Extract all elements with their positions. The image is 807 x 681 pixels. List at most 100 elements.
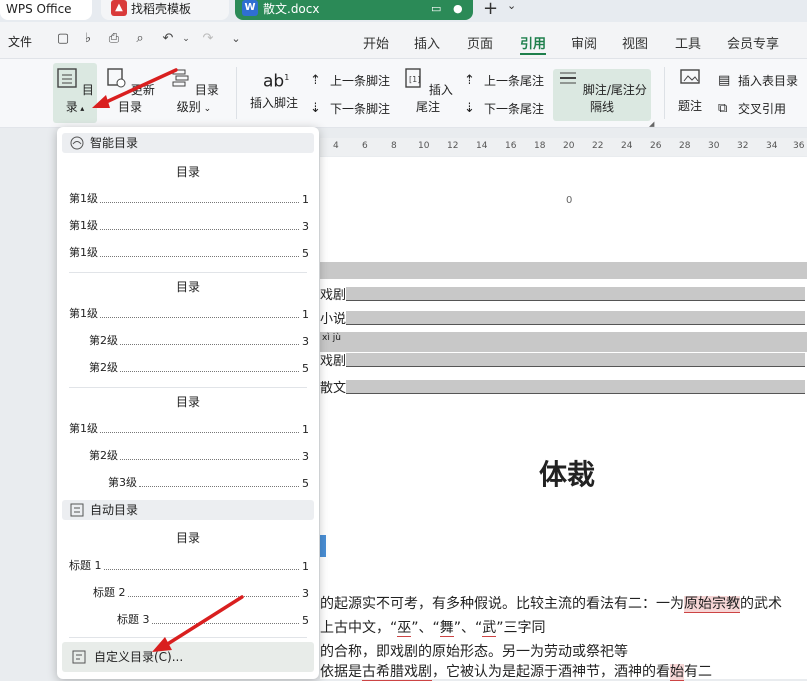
- auto-toc-option[interactable]: 目录 标题 1 1 标题 2 3 标题 3 5: [62, 523, 314, 635]
- horizontal-ruler[interactable]: 4 6 8 10 12 14 16 18 20 22 24 26 28 30 3…: [320, 138, 807, 156]
- tab-document[interactable]: W 散文.docx ▭ ●: [235, 0, 473, 20]
- toc-entry[interactable]: 戏剧: [320, 350, 807, 369]
- vertical-ruler-zero: 0: [566, 195, 573, 206]
- table-of-figures-icon: ▤: [718, 72, 731, 88]
- chevron-down-icon[interactable]: ⌄: [507, 0, 516, 12]
- dialog-launcher-icon[interactable]: ◢: [649, 120, 654, 128]
- toc-entry[interactable]: 散文: [320, 377, 807, 396]
- toc-entry[interactable]: 小说: [320, 308, 807, 327]
- menu-tab-review[interactable]: 审阅: [571, 33, 597, 52]
- caption-button[interactable]: 题注: [674, 67, 706, 114]
- update-toc-button[interactable]: 更新目录: [104, 67, 156, 115]
- cross-reference-button[interactable]: ⧉ 交叉引用: [718, 100, 786, 117]
- tab-wps-label: WPS Office: [6, 2, 72, 16]
- insert-endnote-button[interactable]: [1] 插入尾注: [402, 67, 454, 115]
- ruler-tick: 20: [563, 141, 575, 151]
- toc-row-page: 5: [302, 247, 309, 260]
- print-preview-icon[interactable]: ⌕: [132, 31, 148, 47]
- menu-tab-insert[interactable]: 插入: [414, 33, 440, 52]
- document-page[interactable]: 0 戏剧 小说 xì jù 戏剧 散文 体裁 的起源实不可考，有多种假说。比较主…: [320, 157, 807, 681]
- toc-row-label: 第1级: [69, 219, 98, 232]
- undo-dropdown-icon[interactable]: ⌄: [178, 31, 194, 47]
- underlined-term: 舞: [439, 620, 454, 637]
- ruler-tick: 26: [650, 141, 662, 151]
- prev-footnote-button[interactable]: ⇡ 上一条脚注: [310, 72, 390, 89]
- word-doc-icon: W: [242, 0, 258, 16]
- footnote-separator-button[interactable]: 脚注/尾注分隔线: [556, 67, 648, 115]
- menu-divider: [69, 637, 307, 638]
- paragraph-text: ，它被认为是起源于酒神节，酒神的看: [432, 664, 670, 680]
- caption-icon: [680, 69, 700, 84]
- prev-endnote-button[interactable]: ⇡ 上一条尾注: [464, 72, 544, 89]
- redo-icon[interactable]: ↷: [200, 31, 216, 47]
- next-footnote-button[interactable]: ⇣ 下一条脚注: [310, 100, 390, 117]
- toc-row-label: 第2级: [89, 361, 118, 374]
- toc-preview-row: 标题 2 3: [93, 584, 309, 600]
- toc-row-page: 1: [302, 560, 309, 573]
- share-icon[interactable]: ♭: [80, 31, 96, 47]
- custom-toc-label: 自定义目录(C)...: [94, 650, 184, 664]
- toc-icon: [57, 68, 77, 88]
- toc-entry-text: 小说: [320, 312, 347, 327]
- toc-row-label: 第1级: [69, 192, 98, 205]
- caret-up-icon: ▴: [77, 104, 85, 113]
- toc-button[interactable]: 目录 ▴: [56, 67, 94, 115]
- toc-style-option-2[interactable]: 目录 第1级 1 第2级 3 第2级 5: [62, 273, 314, 381]
- toc-entry[interactable]: 戏剧: [320, 284, 807, 303]
- custom-toc-menu-item[interactable]: 自定义目录(C)...: [62, 642, 314, 672]
- unsaved-dot-icon: ●: [453, 2, 463, 15]
- prev-endnote-label: 上一条尾注: [484, 74, 545, 88]
- menu-tab-tools[interactable]: 工具: [675, 33, 701, 52]
- toc-preview-row: 第1级 1: [69, 190, 309, 206]
- next-endnote-button[interactable]: ⇣ 下一条尾注: [464, 100, 544, 117]
- toc-row-label: 第1级: [69, 307, 98, 320]
- menu-tab-page[interactable]: 页面: [467, 33, 493, 52]
- insert-footnote-button[interactable]: ab1 插入脚注: [248, 67, 300, 111]
- underlined-term: 武: [482, 620, 497, 637]
- save-icon[interactable]: ▢: [55, 31, 71, 47]
- document-heading: 体裁: [539, 458, 596, 491]
- toc-style-option-1[interactable]: 目录 第1级 1 第1级 3 第1级 5: [62, 157, 314, 265]
- update-toc-icon: [107, 68, 126, 88]
- smart-toc-header: 智能目录: [62, 133, 314, 153]
- undo-icon[interactable]: ↶: [160, 31, 176, 47]
- toc-preview-row: 标题 1 1: [69, 557, 309, 573]
- menu-tab-references[interactable]: 引用: [520, 33, 546, 52]
- ruler-tick: 22: [592, 141, 604, 151]
- ruler-tick: 4: [333, 141, 339, 151]
- monitor-icon[interactable]: ▭: [431, 0, 441, 18]
- toc-level-button[interactable]: 目录级别 ⌄: [164, 67, 224, 115]
- menu-bar: 文件 ▢ ♭ ⎙ ⌕ ↶ ⌄ ↷ ⌄ 开始 插入 页面 引用 审阅 视图 工具 …: [0, 22, 807, 59]
- more-chevron-icon[interactable]: ⌄: [228, 31, 244, 47]
- next-endnote-label: 下一条尾注: [484, 102, 545, 116]
- insert-table-of-figures-button[interactable]: ▤ 插入表目录: [718, 72, 798, 89]
- toc-row-page: 3: [302, 335, 309, 348]
- menu-tab-member[interactable]: 会员专享: [727, 33, 779, 52]
- footnote-icon: ab1: [263, 71, 290, 92]
- print-icon[interactable]: ⎙: [106, 31, 122, 47]
- ruler-tick: 16: [505, 141, 517, 151]
- file-menu[interactable]: 文件: [8, 33, 32, 50]
- toc-preview-row: 第1级 1: [69, 420, 309, 436]
- toc-preview-title: 目录: [175, 165, 200, 179]
- highlighted-term: 原始宗教: [684, 596, 740, 613]
- menu-tab-view[interactable]: 视图: [622, 33, 648, 52]
- toc-preview-row: 第2级 3: [89, 447, 309, 463]
- auto-toc-label: 自动目录: [90, 503, 139, 517]
- toc-level-icon: [172, 69, 189, 87]
- insert-footnote-label: 插入脚注: [249, 96, 298, 110]
- toc-preview-row: 第1级 3: [69, 217, 309, 233]
- prev-footnote-icon: ⇡: [310, 72, 321, 88]
- prev-footnote-label: 上一条脚注: [330, 74, 391, 88]
- tab-templates[interactable]: ▲ 找稻壳模板: [101, 0, 229, 20]
- menu-tab-home[interactable]: 开始: [363, 33, 389, 52]
- underlined-term: 古希腊戏剧: [362, 664, 432, 681]
- new-tab-plus-icon[interactable]: +: [483, 0, 498, 19]
- toc-row-label: 第1级: [69, 246, 98, 259]
- toc-preview-row: 第2级 3: [89, 332, 309, 348]
- prev-endnote-icon: ⇡: [464, 72, 475, 88]
- active-tab-indicator: [520, 53, 546, 55]
- toc-field-bar: [320, 262, 807, 279]
- tab-wps-office[interactable]: WPS Office: [0, 0, 92, 20]
- toc-style-option-3[interactable]: 目录 第1级 1 第2级 3 第3级 5: [62, 388, 314, 496]
